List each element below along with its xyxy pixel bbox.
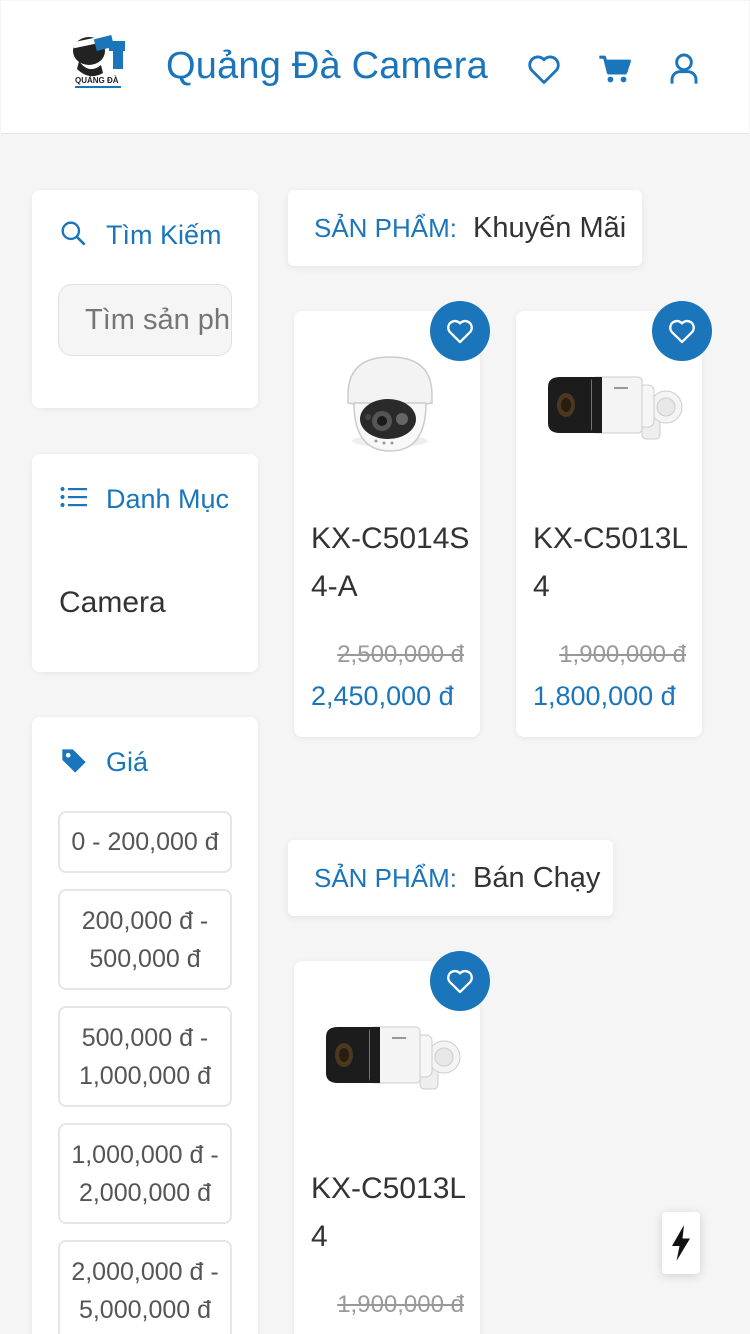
product-name[interactable]: KX-C5014S4-A bbox=[311, 515, 481, 611]
heart-icon bbox=[447, 319, 473, 344]
price-range-1[interactable]: 200,000 đ - 500,000 đ bbox=[58, 889, 232, 990]
price-panel: Giá 0 - 200,000 đ 200,000 đ - 500,000 đ … bbox=[32, 717, 258, 1334]
product-old-price: 1,900,000 đ bbox=[559, 641, 686, 668]
search-input[interactable] bbox=[58, 284, 232, 356]
search-title: Tìm Kiếm bbox=[106, 220, 222, 250]
account-button[interactable] bbox=[664, 49, 704, 89]
heart-icon bbox=[528, 55, 560, 84]
product-image-bullet-camera[interactable] bbox=[314, 995, 464, 1115]
section-name: Khuyến Mãi bbox=[473, 211, 627, 244]
search-icon bbox=[61, 221, 86, 246]
product-old-price: 2,500,000 đ bbox=[337, 641, 464, 668]
quick-action-button[interactable] bbox=[662, 1212, 700, 1274]
add-to-wishlist-button[interactable] bbox=[430, 301, 490, 361]
price-range-0[interactable]: 0 - 200,000 đ bbox=[58, 811, 232, 873]
product-card[interactable]: KX-C5013L4 1,900,000 đ bbox=[294, 951, 490, 1334]
product-card[interactable]: KX-C5014S4-A 2,500,000 đ 2,450,000 đ bbox=[294, 301, 490, 737]
category-panel: Danh Mục Camera bbox=[32, 454, 258, 672]
heart-icon bbox=[669, 319, 695, 344]
product-name[interactable]: KX-C5013L4 bbox=[533, 515, 703, 611]
cart-button[interactable] bbox=[595, 49, 635, 89]
product-price: 1,800,000 đ bbox=[533, 681, 676, 711]
tag-icon bbox=[62, 749, 86, 773]
product-card[interactable]: KX-C5013L4 1,900,000 đ 1,800,000 đ bbox=[516, 301, 712, 737]
add-to-wishlist-button[interactable] bbox=[430, 951, 490, 1011]
category-title: Danh Mục bbox=[106, 484, 230, 514]
user-icon bbox=[670, 53, 698, 84]
section-name: Bán Chạy bbox=[473, 861, 601, 894]
heart-icon bbox=[447, 969, 473, 994]
price-range-3[interactable]: 1,000,000 đ - 2,000,000 đ bbox=[58, 1123, 232, 1224]
product-price: 2,450,000 đ bbox=[311, 681, 454, 711]
search-panel: Tìm Kiếm bbox=[32, 190, 258, 408]
logo-text: QUẢNG ĐÀ bbox=[75, 76, 119, 85]
lightning-icon bbox=[672, 1225, 690, 1261]
section-prefix: SẢN PHẨM: bbox=[314, 212, 458, 243]
section-prefix: SẢN PHẨM: bbox=[314, 862, 458, 893]
product-image-bullet-camera[interactable] bbox=[536, 345, 686, 465]
brand-logo[interactable]: QUẢNG ĐÀ bbox=[65, 31, 131, 93]
wishlist-button[interactable] bbox=[524, 49, 564, 89]
category-item-camera[interactable]: Camera bbox=[59, 586, 166, 620]
section-label-promotion: SẢN PHẨM: Khuyến Mãi bbox=[288, 190, 642, 266]
price-range-4[interactable]: 2,000,000 đ - 5,000,000 đ bbox=[58, 1240, 232, 1334]
price-title: Giá bbox=[106, 747, 149, 777]
add-to-wishlist-button[interactable] bbox=[652, 301, 712, 361]
product-name[interactable]: KX-C5013L4 bbox=[311, 1165, 481, 1261]
product-image-dome-camera[interactable] bbox=[314, 345, 464, 465]
section-label-best-selling: SẢN PHẨM: Bán Chạy bbox=[288, 840, 613, 916]
top-header: QUẢNG ĐÀ Quảng Đà Camera bbox=[1, 1, 749, 134]
cart-icon bbox=[599, 55, 631, 83]
price-range-2[interactable]: 500,000 đ - 1,000,000 đ bbox=[58, 1006, 232, 1107]
product-old-price: 1,900,000 đ bbox=[337, 1291, 464, 1318]
brand-name[interactable]: Quảng Đà Camera bbox=[166, 45, 488, 88]
